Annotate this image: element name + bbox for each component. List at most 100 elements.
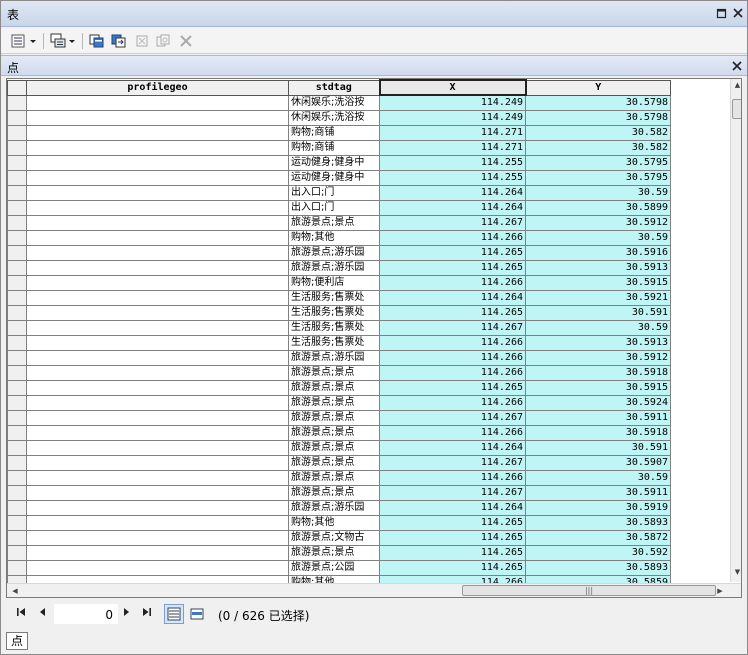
cell-profilegeo[interactable]	[26, 244, 289, 261]
close-icon[interactable]	[731, 6, 745, 20]
table-row[interactable]: 出入口;门 114.264 30.59	[7, 184, 671, 201]
cell-x[interactable]: 114.265	[379, 529, 526, 546]
row-selector[interactable]	[7, 139, 27, 156]
cell-y[interactable]: 30.5918	[525, 364, 671, 381]
table-row[interactable]: 旅游景点;景点 114.266 30.59	[7, 469, 671, 486]
row-selector[interactable]	[7, 334, 27, 351]
cell-profilegeo[interactable]	[26, 124, 289, 141]
row-selector[interactable]	[7, 559, 27, 576]
row-selector[interactable]	[7, 424, 27, 441]
cell-stdtag[interactable]: 旅游景点;景点	[288, 409, 380, 426]
cell-y[interactable]: 30.582	[525, 139, 671, 156]
row-selector[interactable]	[7, 439, 27, 456]
cell-stdtag[interactable]: 旅游景点;公园	[288, 559, 380, 576]
cell-profilegeo[interactable]	[26, 469, 289, 486]
vertical-scrollbar[interactable]: ▲ ▼	[730, 79, 741, 582]
row-selector[interactable]	[7, 274, 27, 291]
cell-stdtag[interactable]: 休闲娱乐;洗浴按	[288, 109, 380, 126]
cell-x[interactable]: 114.266	[379, 334, 526, 351]
scroll-down-icon[interactable]: ▼	[732, 568, 741, 580]
cell-stdtag[interactable]: 旅游景点;景点	[288, 544, 380, 561]
cell-stdtag[interactable]: 旅游景点;景点	[288, 439, 380, 456]
cell-profilegeo[interactable]	[26, 379, 289, 396]
cell-y[interactable]: 30.5795	[525, 169, 671, 186]
cell-profilegeo[interactable]	[26, 319, 289, 336]
cell-y[interactable]: 30.5913	[525, 259, 671, 276]
horizontal-scroll-thumb[interactable]: |||	[462, 585, 716, 596]
cell-x[interactable]: 114.266	[379, 469, 526, 486]
close-icon[interactable]	[730, 59, 744, 73]
row-selector[interactable]	[7, 454, 27, 471]
cell-stdtag[interactable]: 出入口;门	[288, 199, 380, 216]
table-row[interactable]: 生活服务;售票处 114.266 30.5913	[7, 334, 671, 351]
row-selector[interactable]	[7, 379, 27, 396]
row-selector[interactable]	[7, 154, 27, 171]
cell-x[interactable]: 114.265	[379, 244, 526, 261]
first-record-icon[interactable]	[15, 607, 27, 621]
table-row[interactable]: 出入口;门 114.264 30.5899	[7, 199, 671, 216]
table-row[interactable]: 旅游景点;公园 114.265 30.5893	[7, 559, 671, 576]
cell-y[interactable]: 30.5919	[525, 499, 671, 516]
select-by-attributes-icon[interactable]	[87, 32, 107, 50]
cell-y[interactable]: 30.5893	[525, 559, 671, 576]
cell-profilegeo[interactable]	[26, 274, 289, 291]
cell-stdtag[interactable]: 旅游景点;景点	[288, 379, 380, 396]
cell-profilegeo[interactable]	[26, 424, 289, 441]
cell-profilegeo[interactable]	[26, 559, 289, 576]
cell-x[interactable]: 114.267	[379, 454, 526, 471]
table-row[interactable]: 旅游景点;景点 114.266 30.5918	[7, 424, 671, 441]
cell-x[interactable]: 114.265	[379, 304, 526, 321]
table-row[interactable]: 旅游景点;景点 114.266 30.5924	[7, 394, 671, 411]
cell-y[interactable]: 30.582	[525, 124, 671, 141]
cell-stdtag[interactable]: 生活服务;售票处	[288, 319, 380, 336]
cell-y[interactable]: 30.59	[525, 229, 671, 246]
table-row[interactable]: 购物;商铺 114.271 30.582	[7, 139, 671, 156]
cell-y[interactable]: 30.5915	[525, 274, 671, 291]
cell-stdtag[interactable]: 旅游景点;景点	[288, 424, 380, 441]
column-header-x[interactable]: X	[378, 79, 527, 96]
cell-y[interactable]: 30.59	[525, 469, 671, 486]
row-selector[interactable]	[7, 229, 27, 246]
cell-stdtag[interactable]: 休闲娱乐;洗浴按	[288, 94, 380, 111]
cell-x[interactable]: 114.255	[379, 154, 526, 171]
cell-x[interactable]: 114.264	[379, 289, 526, 306]
cell-profilegeo[interactable]	[26, 394, 289, 411]
cell-stdtag[interactable]: 生活服务;售票处	[288, 334, 380, 351]
cell-stdtag[interactable]: 旅游景点;景点	[288, 394, 380, 411]
table-row[interactable]: 旅游景点;游乐园 114.264 30.5919	[7, 499, 671, 516]
current-record-input[interactable]: 0	[54, 604, 118, 624]
cell-profilegeo[interactable]	[26, 514, 289, 531]
cell-y[interactable]: 30.5798	[525, 94, 671, 111]
table-row[interactable]: 生活服务;售票处 114.264 30.5921	[7, 289, 671, 306]
layer-bottom-tab[interactable]: 点	[6, 632, 28, 650]
table-row[interactable]: 购物;便利店 114.266 30.5915	[7, 274, 671, 291]
cell-profilegeo[interactable]	[26, 214, 289, 231]
row-selector[interactable]	[7, 544, 27, 561]
row-selector[interactable]	[7, 499, 27, 516]
cell-y[interactable]: 30.5899	[525, 199, 671, 216]
row-header-corner[interactable]	[7, 79, 27, 96]
cell-profilegeo[interactable]	[26, 409, 289, 426]
row-selector[interactable]	[7, 319, 27, 336]
row-selector[interactable]	[7, 259, 27, 276]
table-row[interactable]: 运动健身;健身中 114.255 30.5795	[7, 154, 671, 171]
row-selector[interactable]	[7, 394, 27, 411]
pin-icon[interactable]	[714, 6, 728, 20]
cell-stdtag[interactable]: 购物;其他	[288, 229, 380, 246]
table-row[interactable]: 购物;其他 114.266 30.59	[7, 229, 671, 246]
scroll-right-icon[interactable]: ▶	[714, 585, 726, 597]
cell-profilegeo[interactable]	[26, 529, 289, 546]
column-header-y[interactable]: Y	[525, 79, 671, 96]
table-row[interactable]: 旅游景点;游乐园 114.265 30.5916	[7, 244, 671, 261]
cell-y[interactable]: 30.5916	[525, 244, 671, 261]
cell-x[interactable]: 114.266	[379, 394, 526, 411]
row-selector[interactable]	[7, 529, 27, 546]
table-options-icon[interactable]	[9, 32, 39, 50]
related-tables-icon[interactable]	[48, 32, 78, 50]
cell-y[interactable]: 30.5913	[525, 334, 671, 351]
cell-profilegeo[interactable]	[26, 184, 289, 201]
cell-stdtag[interactable]: 旅游景点;景点	[288, 454, 380, 471]
cell-y[interactable]: 30.5912	[525, 214, 671, 231]
cell-y[interactable]: 30.59	[525, 184, 671, 201]
cell-profilegeo[interactable]	[26, 499, 289, 516]
